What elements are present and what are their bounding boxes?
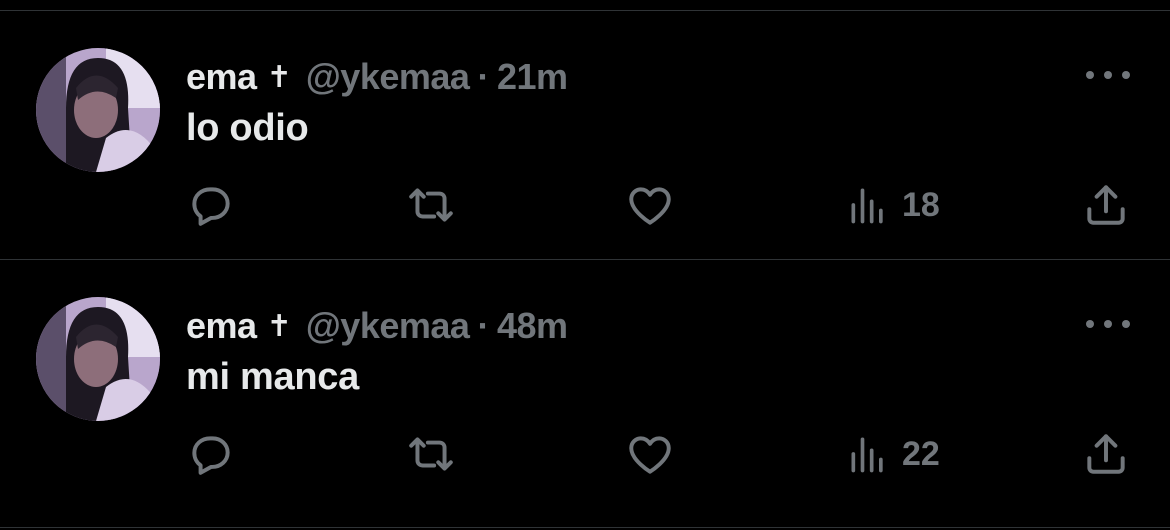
reply-button[interactable] [186, 179, 236, 231]
tweet-timestamp[interactable]: 48m [497, 305, 568, 347]
cross-icon: ✝ [266, 59, 292, 95]
author-handle[interactable]: @ykemaa [306, 305, 470, 347]
like-button[interactable] [624, 428, 676, 480]
tweet-header: ema ✝ @ykemaa · 48m [186, 300, 568, 352]
reply-icon [192, 436, 230, 475]
heart-icon [629, 187, 671, 225]
cross-icon: ✝ [266, 308, 292, 344]
more-icon[interactable] [1086, 63, 1130, 87]
views-icon [851, 437, 883, 473]
tweet-text: mi manca [186, 356, 359, 398]
retweet-button[interactable] [404, 179, 458, 231]
avatar[interactable] [36, 297, 160, 421]
reply-icon [192, 187, 230, 226]
share-button[interactable] [1080, 428, 1132, 480]
views-button[interactable]: 22 [846, 428, 940, 480]
like-button[interactable] [624, 179, 676, 231]
separator-dot: · [477, 56, 489, 97]
heart-icon [629, 436, 671, 474]
avatar[interactable] [36, 48, 160, 172]
retweet-button[interactable] [404, 428, 458, 480]
views-count: 18 [902, 185, 940, 224]
tweet-1[interactable]: ema ✝ @ykemaa · 21m lo odio 18 [0, 11, 1170, 259]
more-icon[interactable] [1086, 312, 1130, 336]
share-icon [1087, 434, 1125, 474]
views-icon [851, 188, 883, 224]
share-icon [1087, 185, 1125, 225]
views-count: 22 [902, 434, 940, 473]
retweet-icon [409, 437, 453, 471]
separator-dot: · [477, 305, 489, 346]
share-button[interactable] [1080, 179, 1132, 231]
divider [0, 527, 1170, 528]
author-handle[interactable]: @ykemaa [306, 56, 470, 98]
reply-button[interactable] [186, 428, 236, 480]
views-button[interactable]: 18 [846, 179, 940, 231]
tweet-text: lo odio [186, 107, 309, 149]
author-name[interactable]: ema [186, 56, 257, 98]
timeline-feed: ema ✝ @ykemaa · 21m lo odio 18 ema ✝ @yk… [0, 0, 1170, 530]
tweet-timestamp[interactable]: 21m [497, 56, 568, 98]
retweet-icon [409, 188, 453, 222]
tweet-header: ema ✝ @ykemaa · 21m [186, 51, 568, 103]
author-name[interactable]: ema [186, 305, 257, 347]
tweet-2[interactable]: ema ✝ @ykemaa · 48m mi manca 22 [0, 260, 1170, 508]
